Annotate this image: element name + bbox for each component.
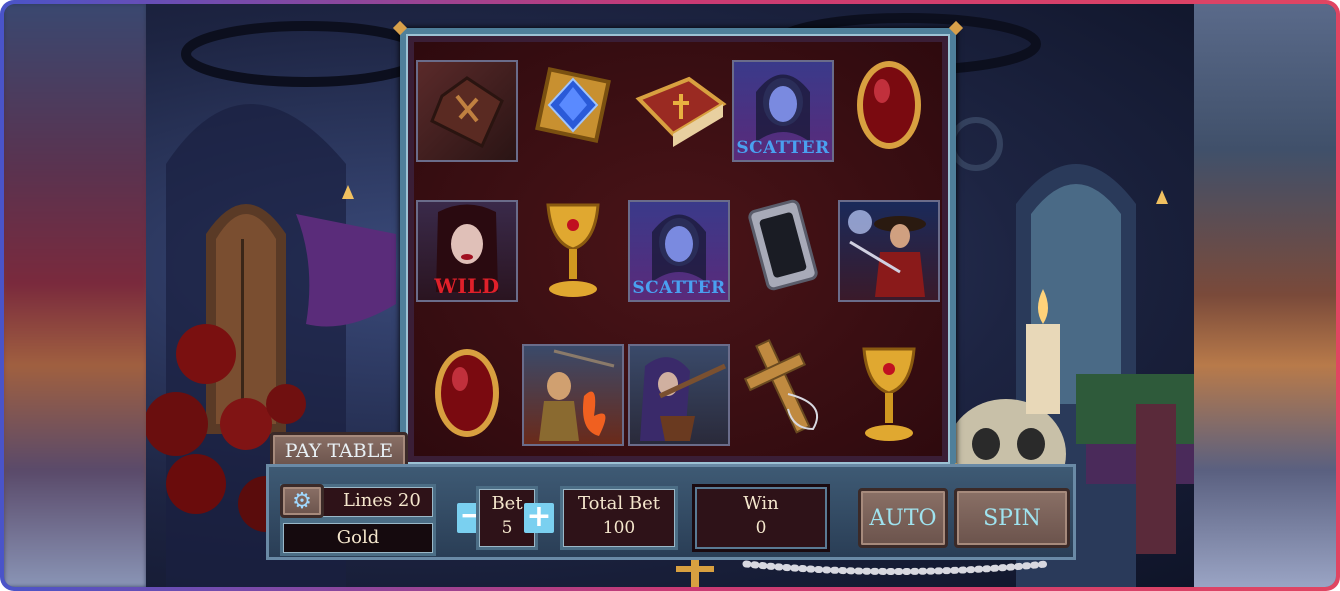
scatter-label: SCATTER bbox=[632, 278, 726, 298]
golden-chalice-symbol bbox=[522, 198, 624, 300]
golden-chalice-icon bbox=[862, 347, 916, 441]
total-bet-value: 100 bbox=[602, 518, 636, 538]
red-amulet-symbol bbox=[838, 54, 940, 156]
red-amulet-icon bbox=[857, 61, 921, 149]
torch-villager-symbol bbox=[522, 344, 624, 446]
reel-grid: SCATTER WILD SCATTER bbox=[414, 42, 942, 456]
coffin-symbol bbox=[416, 60, 518, 162]
golden-chalice-icon bbox=[546, 203, 600, 297]
auto-button[interactable]: AUTO bbox=[858, 488, 948, 548]
lines-label: Lines 20 bbox=[343, 490, 421, 511]
win-panel: Win 0 bbox=[692, 484, 830, 552]
coffin-icon bbox=[430, 76, 504, 149]
silver-mirror-symbol bbox=[732, 194, 834, 296]
red-amulet-symbol bbox=[416, 342, 518, 444]
crossbow-hunter-icon bbox=[640, 357, 727, 441]
wild-label: WILD bbox=[434, 274, 500, 298]
scatter-vampiress-symbol: SCATTER bbox=[732, 60, 834, 162]
crossbow-hunter-symbol bbox=[628, 344, 730, 446]
red-amulet-icon bbox=[435, 349, 499, 437]
win-value: 0 bbox=[755, 518, 767, 538]
right-blur-panel bbox=[1194, 4, 1336, 587]
hunter-portrait-icon bbox=[848, 210, 926, 297]
spellbook-icon bbox=[635, 76, 727, 147]
wooden-cross-symbol bbox=[732, 338, 834, 440]
left-blur-panel bbox=[4, 4, 146, 587]
golden-chalice-symbol bbox=[838, 342, 940, 444]
scatter-vampiress-symbol: SCATTER bbox=[628, 200, 730, 302]
settings-button[interactable]: ⚙ bbox=[280, 484, 324, 518]
gold-label: Gold bbox=[336, 527, 380, 548]
vampire-hunter-symbol bbox=[838, 200, 940, 302]
bet-increase-button[interactable]: + bbox=[524, 502, 554, 533]
spellbook-symbol bbox=[628, 56, 730, 158]
wild-vampire-symbol: WILD bbox=[416, 200, 518, 302]
coin-type-selector[interactable]: Gold bbox=[280, 520, 436, 556]
gear-icon: ⚙ bbox=[292, 488, 312, 514]
win-label: Win bbox=[743, 493, 779, 514]
wooden-cross-icon bbox=[743, 338, 819, 434]
scatter-label: SCATTER bbox=[736, 138, 830, 158]
blue-gem-symbol bbox=[522, 54, 624, 156]
silver-mirror-icon bbox=[748, 199, 818, 291]
blue-gem-icon bbox=[535, 67, 611, 143]
window-content: SCATTER WILD SCATTER PAY TABLE Lines 20 … bbox=[4, 4, 1336, 587]
window-frame: SCATTER WILD SCATTER PAY TABLE Lines 20 … bbox=[0, 0, 1340, 591]
slot-game-canvas: SCATTER WILD SCATTER PAY TABLE Lines 20 … bbox=[146, 4, 1194, 587]
spin-button[interactable]: SPIN bbox=[954, 488, 1070, 548]
total-bet-panel: Total Bet 100 bbox=[560, 486, 678, 550]
total-bet-label: Total Bet bbox=[577, 493, 660, 514]
villager-torch-icon bbox=[539, 349, 615, 441]
reel-frame: SCATTER WILD SCATTER bbox=[392, 20, 964, 478]
